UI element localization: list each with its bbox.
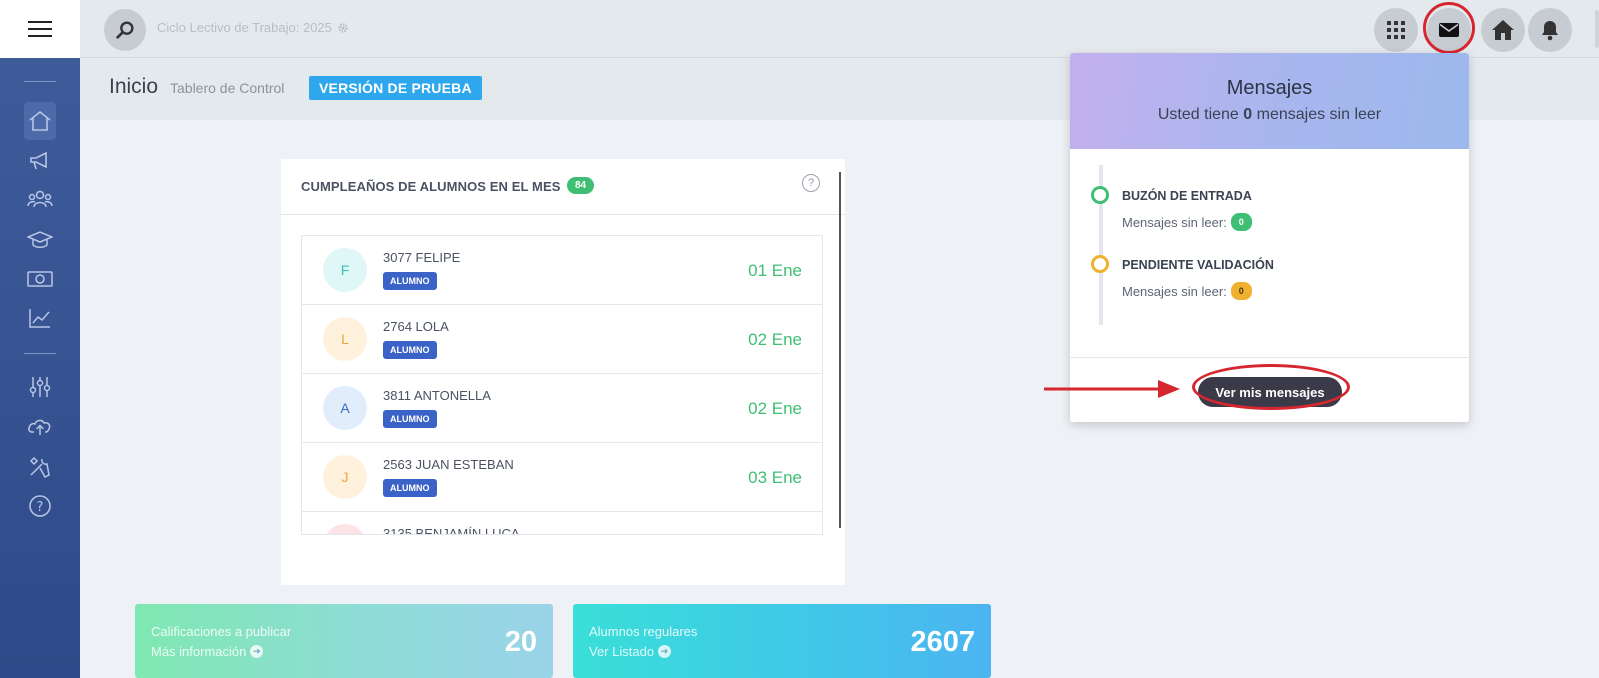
svg-text:?: ?	[37, 500, 44, 515]
sidebar-item-reports[interactable]	[26, 304, 54, 332]
chart-line-icon	[29, 309, 50, 328]
role-badge: ALUMNO	[383, 272, 437, 290]
home-icon	[1492, 20, 1514, 40]
card-scrollbar[interactable]	[839, 172, 841, 528]
messages-summary: Usted tiene 0 mensajes sin leer	[1157, 106, 1382, 123]
avatar: J	[323, 455, 367, 499]
search-button[interactable]	[104, 9, 146, 51]
sidebar-item-academic[interactable]	[26, 226, 54, 254]
birthdays-list[interactable]: F 3077 FELIPE ALUMNO 01 Ene L 2764 LOLA …	[301, 235, 823, 535]
student-name: 2563 JUAN ESTEBAN	[383, 457, 514, 472]
pending-count-badge: 0	[1230, 282, 1252, 300]
bell-icon	[1542, 21, 1558, 41]
apps-button[interactable]	[1374, 8, 1418, 52]
role-badge: ALUMNO	[383, 341, 437, 359]
tile-value: 2607	[910, 626, 975, 658]
birthday-date: 01 Ene	[748, 261, 802, 280]
menu-toggle[interactable]	[0, 0, 80, 58]
birthdays-card-header: CUMPLEAÑOS DE ALUMNOS EN EL MES 84 ?	[281, 159, 845, 215]
help-glyph: ?	[807, 177, 815, 189]
avatar: L	[323, 317, 367, 361]
birthday-date: 02 Ene	[748, 399, 802, 418]
sidebar-divider	[24, 353, 56, 354]
page-title: Inicio	[109, 75, 159, 98]
sidebar-item-home[interactable]	[24, 102, 56, 140]
messages-dropdown-header: Mensajes Usted tiene 0 mensajes sin leer	[1070, 53, 1469, 149]
arrow-right-icon: ➜	[658, 645, 672, 658]
student-name: 2764 LOLA	[383, 319, 449, 334]
avatar	[323, 524, 367, 534]
birthdays-title: CUMPLEAÑOS DE ALUMNOS EN EL MES	[301, 179, 561, 194]
birthdays-card: CUMPLEAÑOS DE ALUMNOS EN EL MES 84 ? F 3…	[281, 159, 845, 585]
tools-icon	[29, 456, 50, 478]
help-icon: ?	[29, 495, 51, 517]
graduation-cap-icon	[27, 231, 53, 248]
list-item[interactable]: 3135 BENJAMÍN LUCA	[302, 512, 822, 535]
inbox-count-badge: 0	[1230, 213, 1252, 231]
button-highlight-circle	[1192, 364, 1350, 410]
messages-title: Mensajes	[1226, 77, 1313, 99]
role-badge: ALUMNO	[383, 479, 437, 497]
tile-label: Calificaciones a publicar	[151, 624, 292, 639]
page-subtitle: Tablero de Control	[170, 80, 285, 96]
student-name: 3811 ANTONELLA	[383, 388, 491, 403]
megaphone-icon	[30, 151, 47, 170]
users-icon	[27, 190, 53, 208]
sidebar-item-help[interactable]: ?	[26, 492, 54, 520]
sliders-icon	[29, 377, 51, 397]
birthday-date: 02 Ene	[748, 330, 802, 349]
annotation-arrow-icon	[1044, 380, 1180, 398]
view-list-link[interactable]: Ver Listado ➜	[589, 644, 672, 659]
search-icon	[116, 21, 134, 39]
trial-version-badge: VERSIÓN DE PRUEBA	[309, 76, 482, 100]
sidebar-item-announcements[interactable]	[26, 147, 54, 175]
cloud-upload-icon	[28, 419, 51, 435]
apps-grid-icon	[1387, 21, 1405, 39]
pending-unread: Mensajes sin leer: 0	[1122, 282, 1252, 300]
birthdays-count-badge: 84	[567, 177, 595, 194]
unread-count: 0	[1243, 106, 1253, 123]
sidebar-item-users[interactable]	[26, 186, 54, 214]
top-bar: Ciclo Lectivo de Trabajo: 2025	[0, 0, 1599, 58]
list-item[interactable]: L 2764 LOLA ALUMNO 02 Ene	[302, 305, 822, 374]
birthday-date: 03 Ene	[748, 468, 802, 487]
grades-to-publish-tile[interactable]: Calificaciones a publicar Más informació…	[135, 604, 553, 678]
list-item[interactable]: F 3077 FELIPE ALUMNO 01 Ene	[302, 236, 822, 305]
notifications-button[interactable]	[1528, 8, 1572, 52]
school-year-label: Ciclo Lectivo de Trabajo: 2025	[157, 20, 332, 35]
home-icon	[29, 110, 51, 131]
inbox-status-dot	[1091, 186, 1109, 204]
money-icon	[27, 271, 53, 287]
regular-students-tile[interactable]: Alumnos regulares Ver Listado ➜ 2607	[573, 604, 991, 678]
more-info-link[interactable]: Más información ➜	[151, 644, 264, 659]
arrow-right-icon: ➜	[250, 645, 264, 658]
help-icon[interactable]: ?	[802, 174, 820, 192]
sidebar-item-payments[interactable]	[26, 265, 54, 293]
menu-icon[interactable]	[28, 16, 52, 42]
sidebar-item-configuration[interactable]	[26, 373, 54, 401]
home-button[interactable]	[1481, 8, 1525, 52]
messages-highlight-circle	[1423, 2, 1475, 54]
tile-label: Alumnos regulares	[589, 624, 698, 639]
sidebar-divider	[24, 81, 56, 82]
student-name: 3077 FELIPE	[383, 250, 461, 265]
inbox-title[interactable]: BUZÓN DE ENTRADA	[1122, 189, 1252, 203]
pending-title[interactable]: PENDIENTE VALIDACIÓN	[1122, 258, 1274, 272]
sidebar-item-tools[interactable]	[26, 453, 54, 481]
inbox-unread: Mensajes sin leer: 0	[1122, 213, 1252, 231]
avatar: F	[323, 248, 367, 292]
role-badge: ALUMNO	[383, 410, 437, 428]
tile-value: 20	[504, 626, 537, 658]
avatar: A	[323, 386, 367, 430]
scrollbar[interactable]	[1595, 10, 1599, 48]
school-year-selector[interactable]: Ciclo Lectivo de Trabajo: 2025	[157, 20, 349, 35]
settings-icon[interactable]	[337, 22, 349, 34]
sidebar-item-upload[interactable]	[26, 413, 54, 441]
list-item[interactable]: J 2563 JUAN ESTEBAN ALUMNO 03 Ene	[302, 443, 822, 512]
list-item[interactable]: A 3811 ANTONELLA ALUMNO 02 Ene	[302, 374, 822, 443]
sidebar: ?	[0, 58, 80, 678]
student-name: 3135 BENJAMÍN LUCA	[383, 526, 520, 535]
divider	[1070, 357, 1469, 358]
pending-status-dot	[1091, 255, 1109, 273]
